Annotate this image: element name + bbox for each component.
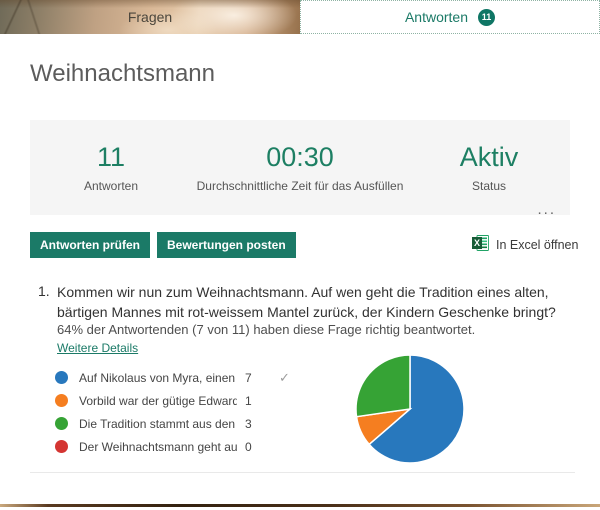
stat-value: Aktiv bbox=[408, 142, 570, 173]
stat-item-0: 11 Antworten bbox=[30, 142, 192, 193]
question-number: 1. bbox=[38, 283, 57, 323]
response-count-badge: 11 bbox=[478, 9, 495, 26]
option-response-count: 3 bbox=[245, 417, 267, 431]
tab-antworten-label: Antworten bbox=[405, 9, 468, 25]
stat-item-1: 00:30 Durchschnittliche Zeit für das Ausf… bbox=[192, 142, 408, 193]
stats-list: 11 Antworten00:30 Durchschnittliche Zeit f… bbox=[30, 120, 570, 215]
option-label: Auf Nikolaus von Myra, einen ... bbox=[79, 371, 237, 385]
option-color-dot bbox=[55, 440, 68, 453]
question-correct-stat: 64% der Antwortenden (7 von 11) haben di… bbox=[57, 322, 475, 337]
tab-antworten[interactable]: Antworten 11 bbox=[300, 0, 600, 34]
stat-label: Antworten bbox=[30, 179, 192, 193]
page-title: Weihnachtsmann bbox=[30, 60, 215, 88]
option-color-dot bbox=[55, 394, 68, 407]
answer-option-row-1: Vorbild war der gütige Edward... 1 bbox=[55, 389, 290, 412]
option-response-count: 7 bbox=[245, 371, 267, 385]
question-block: 1. Kommen wir nun zum Weihnachtsmann. Au… bbox=[38, 283, 570, 323]
open-in-excel-link[interactable]: X In Excel öffnen bbox=[472, 235, 578, 254]
next-section-edge bbox=[0, 504, 600, 507]
option-response-count: 0 bbox=[245, 440, 267, 454]
post-scores-button[interactable]: Bewertungen posten bbox=[157, 232, 296, 258]
stat-value: 11 bbox=[30, 142, 192, 173]
review-answers-button[interactable]: Antworten prüfen bbox=[30, 232, 150, 258]
answer-option-row-3: Der Weihnachtsmann geht auf... 0 bbox=[55, 435, 290, 458]
more-details-link[interactable]: Weitere Details bbox=[57, 341, 138, 355]
stat-value: 00:30 bbox=[192, 142, 408, 173]
correct-answer-check-icon: ✓ bbox=[279, 370, 290, 386]
option-label: Der Weihnachtsmann geht auf... bbox=[79, 440, 237, 454]
tab-fragen-label: Fragen bbox=[128, 9, 172, 25]
actions-row: Antworten prüfen Bewertungen posten bbox=[30, 232, 296, 258]
answer-option-row-0: Auf Nikolaus von Myra, einen ... 7 ✓ bbox=[55, 366, 290, 389]
option-color-dot bbox=[55, 417, 68, 430]
excel-icon: X bbox=[472, 235, 489, 254]
stat-label: Status bbox=[408, 179, 570, 193]
stats-card: 11 Antworten00:30 Durchschnittliche Zeit f… bbox=[30, 120, 570, 215]
svg-text:X: X bbox=[474, 238, 480, 248]
option-color-dot bbox=[55, 371, 68, 384]
forms-responses-page: Fragen Antworten 11 Weihnachtsmann 11Ant… bbox=[0, 0, 600, 510]
more-options-button[interactable]: ... bbox=[537, 202, 556, 217]
question-text: Kommen wir nun zum Weihnachtsmann. Auf w… bbox=[57, 283, 570, 323]
pie-slice-2[interactable] bbox=[356, 355, 410, 417]
stat-item-2: Aktiv Status bbox=[408, 142, 570, 193]
pie-chart bbox=[354, 353, 466, 465]
stat-label: Durchschnittliche Zeit für das Ausfüllen bbox=[192, 179, 408, 193]
option-label: Die Tradition stammt aus den ... bbox=[79, 417, 237, 431]
answer-options-list: Auf Nikolaus von Myra, einen ... 7 ✓ Vorbil… bbox=[55, 366, 290, 458]
tab-fragen[interactable]: Fragen bbox=[0, 0, 300, 34]
section-divider bbox=[30, 472, 575, 473]
option-label: Vorbild war der gütige Edward... bbox=[79, 394, 237, 408]
option-response-count: 1 bbox=[245, 394, 267, 408]
answer-option-row-2: Die Tradition stammt aus den ... 3 bbox=[55, 412, 290, 435]
open-in-excel-label: In Excel öffnen bbox=[496, 238, 578, 252]
